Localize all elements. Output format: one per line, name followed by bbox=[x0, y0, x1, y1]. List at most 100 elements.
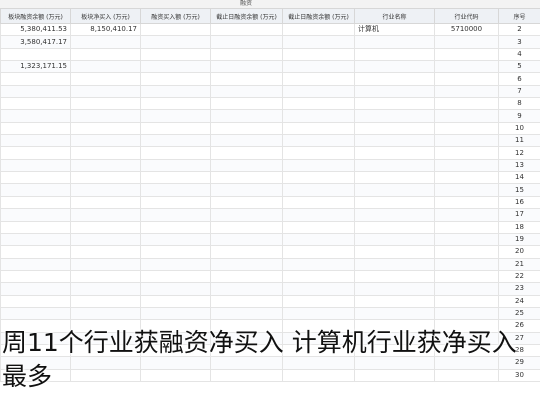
table-row[interactable]: 22 bbox=[0, 269, 540, 284]
table-cell bbox=[140, 220, 211, 234]
table-row[interactable]: 16 bbox=[0, 195, 540, 210]
table-cell: 16 bbox=[498, 195, 540, 210]
table-row[interactable]: 18 bbox=[0, 220, 540, 234]
table-cell bbox=[282, 343, 355, 358]
table-cell bbox=[70, 97, 141, 111]
table-cell bbox=[434, 319, 499, 333]
table-cell bbox=[434, 121, 499, 136]
column-header[interactable]: 板块融资余额 (万元) bbox=[0, 8, 71, 24]
table-cell bbox=[354, 269, 435, 284]
table-cell bbox=[0, 72, 71, 86]
table-row[interactable]: 21 bbox=[0, 257, 540, 271]
table-cell bbox=[210, 72, 283, 86]
table-cell bbox=[70, 343, 141, 358]
table-cell bbox=[282, 97, 355, 111]
table-row[interactable]: 7 bbox=[0, 84, 540, 99]
table-cell bbox=[70, 269, 141, 284]
table-cell bbox=[354, 319, 435, 333]
table-cell: 8 bbox=[498, 97, 540, 111]
table-cell bbox=[282, 134, 355, 148]
table-row[interactable]: 25 bbox=[0, 306, 540, 321]
table-cell bbox=[434, 245, 499, 259]
table-cell: 21 bbox=[498, 257, 540, 271]
column-header[interactable]: 融资买入额 (万元) bbox=[140, 8, 211, 24]
table-cell: 23 bbox=[498, 282, 540, 296]
table-cell bbox=[140, 121, 211, 136]
table-cell bbox=[282, 158, 355, 173]
table-cell bbox=[210, 294, 283, 308]
table-cell bbox=[282, 368, 355, 382]
table-row[interactable]: 8 bbox=[0, 97, 540, 111]
topbar-label: 融资 bbox=[240, 0, 253, 7]
table-row[interactable]: 19 bbox=[0, 232, 540, 247]
table-cell bbox=[140, 47, 211, 62]
column-header[interactable]: 截止日融资余额 (万元) bbox=[282, 8, 355, 24]
table-cell bbox=[210, 208, 283, 222]
table-cell bbox=[354, 294, 435, 308]
table-row[interactable]: 1,323,171.15 5 bbox=[0, 60, 540, 74]
table-cell bbox=[140, 257, 211, 271]
table-cell bbox=[354, 232, 435, 247]
table-row[interactable]: 30 bbox=[0, 368, 540, 382]
column-header[interactable]: 板块净买入 (万元) bbox=[70, 8, 141, 24]
table-row[interactable]: 14 bbox=[0, 171, 540, 185]
table-cell bbox=[210, 121, 283, 136]
column-header[interactable]: 行业名称 bbox=[354, 8, 435, 24]
table-cell: 24 bbox=[498, 294, 540, 308]
table-cell bbox=[210, 97, 283, 111]
table-row[interactable]: 11 bbox=[0, 134, 540, 148]
table-cell bbox=[140, 195, 211, 210]
table-cell bbox=[282, 269, 355, 284]
table-cell bbox=[0, 208, 71, 222]
table-row[interactable]: 10 bbox=[0, 121, 540, 136]
table-cell bbox=[282, 356, 355, 370]
table-cell bbox=[282, 319, 355, 333]
table-row[interactable]: 5,380,411.53 8,150,410.17 计算机 5710000 2 bbox=[0, 22, 540, 37]
table-row[interactable]: 12 bbox=[0, 146, 540, 160]
table-row[interactable]: 20 bbox=[0, 245, 540, 259]
table-row[interactable]: 27 bbox=[0, 331, 540, 345]
table-row[interactable]: 9 bbox=[0, 109, 540, 123]
table-cell: 10 bbox=[498, 121, 540, 136]
table-cell: 7 bbox=[498, 84, 540, 99]
table-cell: 15 bbox=[498, 183, 540, 197]
table-row[interactable]: 3,580,417.17 3 bbox=[0, 35, 540, 49]
table-row[interactable]: 28 bbox=[0, 343, 540, 358]
column-header[interactable]: 序号 bbox=[498, 8, 540, 24]
table-row[interactable]: 6 bbox=[0, 72, 540, 86]
table-cell bbox=[0, 146, 71, 160]
table-row[interactable]: 26 bbox=[0, 319, 540, 333]
table-cell bbox=[0, 183, 71, 197]
table-cell bbox=[140, 171, 211, 185]
column-header[interactable]: 行业代码 bbox=[434, 8, 499, 24]
table-cell bbox=[354, 183, 435, 197]
table-cell bbox=[140, 208, 211, 222]
table-row[interactable]: 29 bbox=[0, 356, 540, 370]
table-cell bbox=[282, 121, 355, 136]
column-header[interactable]: 截止日融资余额 (万元) bbox=[210, 8, 283, 24]
table-cell bbox=[140, 356, 211, 370]
table-row[interactable]: 24 bbox=[0, 294, 540, 308]
table-row[interactable]: 23 bbox=[0, 282, 540, 296]
table-cell bbox=[354, 47, 435, 62]
table-cell bbox=[354, 245, 435, 259]
table-cell bbox=[354, 121, 435, 136]
table-cell bbox=[282, 109, 355, 123]
table-cell bbox=[140, 232, 211, 247]
table-cell bbox=[354, 97, 435, 111]
table-cell bbox=[0, 109, 71, 123]
table-cell bbox=[354, 158, 435, 173]
table-cell bbox=[210, 269, 283, 284]
table-cell bbox=[140, 22, 211, 37]
table-row[interactable]: 13 bbox=[0, 158, 540, 173]
table-row[interactable]: 15 bbox=[0, 183, 540, 197]
table-cell: 18 bbox=[498, 220, 540, 234]
table-row[interactable]: 4 bbox=[0, 47, 540, 62]
table-cell: 3,580,417.17 bbox=[0, 35, 71, 49]
table-cell bbox=[140, 294, 211, 308]
table-cell bbox=[140, 158, 211, 173]
table-row[interactable]: 17 bbox=[0, 208, 540, 222]
table-cell bbox=[210, 356, 283, 370]
table-cell bbox=[210, 158, 283, 173]
table-cell bbox=[140, 134, 211, 148]
